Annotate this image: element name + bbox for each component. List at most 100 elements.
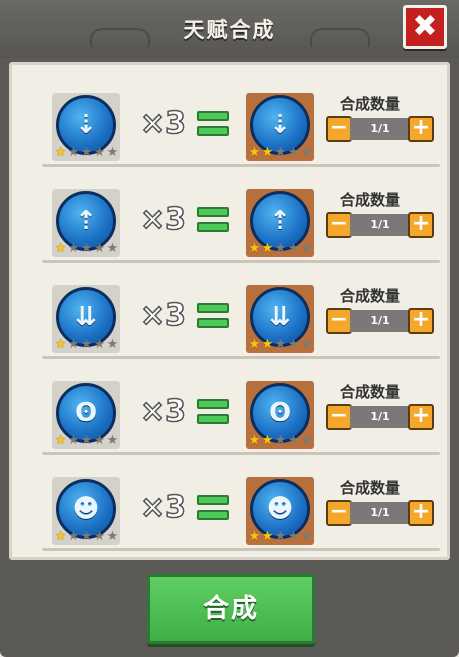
equals-icon [197, 207, 229, 237]
quantity-stepper: −1/1 + [326, 116, 434, 142]
source-item-tile[interactable]: ʘ ★ ★ ★ ★ ★ [52, 381, 120, 449]
talent-glyph: ⇡ [269, 206, 291, 236]
recipe-list-container: ⇣ ★ ★ ★ ★ ★ ×3 ⇣ ★ ★ ★ ★ ★ 合成数量 −1/1 + ⇡ ★ ★ ★ ★ ★ ×3 ⇡ ★ ★ ★ ★ ★ 合成数… [9, 62, 450, 560]
quantity-value: 1/1 [350, 214, 410, 236]
row-divider [42, 548, 440, 551]
star-rating: ★ ★ ★ ★ ★ [54, 146, 119, 159]
panel-title: 天赋合成 [183, 18, 276, 42]
increase-button[interactable]: + [408, 404, 434, 430]
recipe-list: ⇣ ★ ★ ★ ★ ★ ×3 ⇣ ★ ★ ★ ★ ★ 合成数量 −1/1 + ⇡ ★ ★ ★ ★ ★ ×3 ⇡ ★ ★ ★ ★ ★ 合成数… [22, 71, 440, 551]
source-item-tile[interactable]: ☻ ★ ★ ★ ★ ★ [52, 477, 120, 545]
equals-icon [197, 399, 229, 429]
multiplier-label: ×3 [139, 105, 187, 142]
star-empty-icon: ★ [93, 145, 106, 160]
star-rating: ★ ★ ★ ★ ★ [54, 530, 119, 543]
star-empty-icon: ★ [67, 433, 80, 448]
quantity-stepper: −1/1 + [326, 404, 434, 430]
source-item-tile[interactable]: ⇊ ★ ★ ★ ★ ★ [52, 285, 120, 353]
star-empty-icon: ★ [274, 145, 287, 160]
recipe-row: ʘ ★ ★ ★ ★ ★ ×3 ʘ ★ ★ ★ ★ ★ 合成数量 −1/1 + [22, 359, 440, 455]
star-rating: ★ ★ ★ ★ ★ [54, 242, 119, 255]
increase-button[interactable]: + [408, 212, 434, 238]
star-empty-icon: ★ [80, 337, 93, 352]
decrease-button[interactable]: − [326, 212, 352, 238]
star-empty-icon: ★ [80, 145, 93, 160]
result-item-tile[interactable]: ☻ ★ ★ ★ ★ ★ [246, 477, 314, 545]
result-item-tile[interactable]: ⇊ ★ ★ ★ ★ ★ [246, 285, 314, 353]
merge-quantity-label: 合成数量 [340, 287, 401, 305]
star-filled-icon: ★ [261, 145, 274, 160]
star-filled-icon: ★ [54, 433, 67, 448]
star-filled-icon: ★ [54, 337, 67, 352]
merge-quantity-label: 合成数量 [340, 479, 401, 497]
star-empty-icon: ★ [287, 145, 300, 160]
star-empty-icon: ★ [80, 241, 93, 256]
star-empty-icon: ★ [93, 337, 106, 352]
star-empty-icon: ★ [106, 145, 119, 160]
star-rating: ★ ★ ★ ★ ★ [54, 434, 119, 447]
star-filled-icon: ★ [248, 241, 261, 256]
star-empty-icon: ★ [274, 241, 287, 256]
star-filled-icon: ★ [261, 241, 274, 256]
star-empty-icon: ★ [274, 433, 287, 448]
star-rating: ★ ★ ★ ★ ★ [54, 338, 119, 351]
star-empty-icon: ★ [93, 529, 106, 544]
source-item-tile[interactable]: ⇣ ★ ★ ★ ★ ★ [52, 93, 120, 161]
increase-button[interactable]: + [408, 116, 434, 142]
star-empty-icon: ★ [300, 337, 313, 352]
star-empty-icon: ★ [93, 241, 106, 256]
star-rating: ★ ★ ★ ★ ★ [248, 434, 313, 447]
talent-glyph: ☻ [266, 494, 294, 524]
star-rating: ★ ★ ★ ★ ★ [248, 242, 313, 255]
equals-icon [197, 495, 229, 525]
result-item-tile[interactable]: ʘ ★ ★ ★ ★ ★ [246, 381, 314, 449]
multiplier-label: ×3 [139, 201, 187, 238]
decrease-button[interactable]: − [326, 500, 352, 526]
star-filled-icon: ★ [261, 433, 274, 448]
quantity-stepper: −1/1 + [326, 500, 434, 526]
star-filled-icon: ★ [54, 145, 67, 160]
star-empty-icon: ★ [300, 145, 313, 160]
star-filled-icon: ★ [248, 337, 261, 352]
result-item-tile[interactable]: ⇣ ★ ★ ★ ★ ★ [246, 93, 314, 161]
star-empty-icon: ★ [67, 529, 80, 544]
multiplier-label: ×3 [139, 297, 187, 334]
talent-glyph: ⇊ [75, 302, 97, 332]
increase-button[interactable]: + [408, 308, 434, 334]
star-filled-icon: ★ [261, 529, 274, 544]
star-rating: ★ ★ ★ ★ ★ [248, 338, 313, 351]
source-item-tile[interactable]: ⇡ ★ ★ ★ ★ ★ [52, 189, 120, 257]
talent-glyph: ⇡ [75, 206, 97, 236]
star-rating: ★ ★ ★ ★ ★ [248, 146, 313, 159]
quantity-value: 1/1 [350, 118, 410, 140]
quantity-value: 1/1 [350, 502, 410, 524]
star-empty-icon: ★ [106, 337, 119, 352]
talent-merge-panel: 天赋合成 ✖ ⇣ ★ ★ ★ ★ ★ ×3 ⇣ ★ ★ ★ ★ ★ 合成数量 −1/1 + ⇡ ★ ★ ★ ★ ★ ×3 ⇡ ★… [0, 0, 459, 657]
star-empty-icon: ★ [93, 433, 106, 448]
quantity-value: 1/1 [350, 310, 410, 332]
increase-button[interactable]: + [408, 500, 434, 526]
talent-glyph: ⇊ [269, 302, 291, 332]
talent-glyph: ⇣ [269, 110, 291, 140]
star-empty-icon: ★ [106, 529, 119, 544]
decrease-button[interactable]: − [326, 116, 352, 142]
recipe-row: ⇡ ★ ★ ★ ★ ★ ×3 ⇡ ★ ★ ★ ★ ★ 合成数量 −1/1 + [22, 167, 440, 263]
quantity-stepper: −1/1 + [326, 308, 434, 334]
quantity-value: 1/1 [350, 406, 410, 428]
merge-button[interactable]: 合成 [147, 574, 315, 644]
recipe-row: ☻ ★ ★ ★ ★ ★ ×3 ☻ ★ ★ ★ ★ ★ 合成数量 −1/1 + [22, 455, 440, 551]
talent-glyph: ⇣ [75, 110, 97, 140]
star-empty-icon: ★ [300, 241, 313, 256]
decrease-button[interactable]: − [326, 404, 352, 430]
star-empty-icon: ★ [274, 337, 287, 352]
quantity-stepper: −1/1 + [326, 212, 434, 238]
star-empty-icon: ★ [287, 433, 300, 448]
star-filled-icon: ★ [248, 433, 261, 448]
star-empty-icon: ★ [106, 433, 119, 448]
star-empty-icon: ★ [274, 529, 287, 544]
decrease-button[interactable]: − [326, 308, 352, 334]
star-filled-icon: ★ [54, 241, 67, 256]
close-button[interactable]: ✖ [403, 5, 447, 49]
result-item-tile[interactable]: ⇡ ★ ★ ★ ★ ★ [246, 189, 314, 257]
equals-icon [197, 303, 229, 333]
